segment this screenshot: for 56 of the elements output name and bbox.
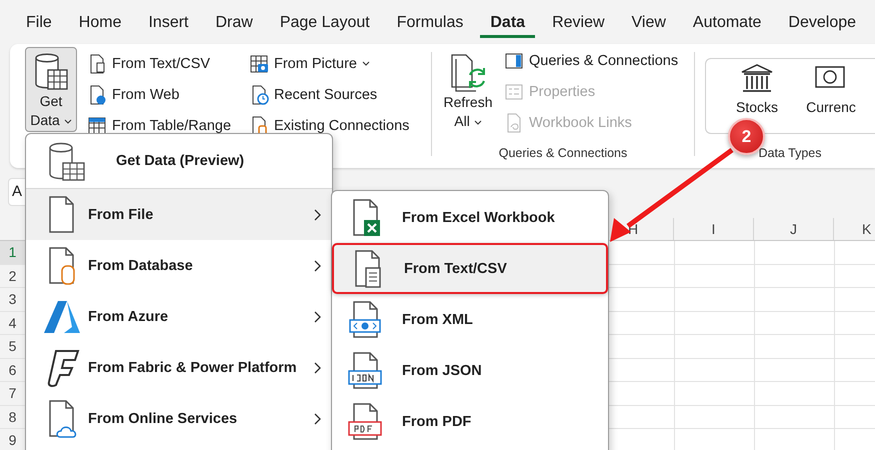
column-header[interactable]: I: [673, 218, 753, 240]
panel-icon: [504, 50, 524, 70]
ribbon-tab[interactable]: Insert: [138, 6, 198, 38]
ribbon-tab[interactable]: File: [16, 6, 62, 38]
ribbon-command[interactable]: From Web: [85, 79, 245, 110]
ribbon-tab[interactable]: Page Layout: [270, 6, 380, 38]
bank-icon: [740, 63, 774, 95]
ribbon-tab[interactable]: Home: [68, 6, 132, 38]
row-header[interactable]: 4: [0, 312, 26, 334]
row-header[interactable]: 8: [0, 406, 26, 428]
menu-item[interactable]: From Excel Workbook: [332, 192, 608, 243]
chevron-right-icon: [314, 311, 322, 323]
menu-item[interactable]: From PDF: [332, 396, 608, 447]
data-type-button[interactable]: Currenc: [798, 59, 864, 116]
ribbon-command[interactable]: Recent Sources: [247, 79, 412, 110]
row-header[interactable]: 6: [0, 358, 26, 381]
menu-item[interactable]: From File: [26, 189, 332, 240]
group-label: Queries & Connections: [498, 146, 628, 162]
menu-item[interactable]: From Azure: [26, 291, 332, 342]
ribbon-command[interactable]: Queries & Connections: [502, 45, 680, 76]
picture-table-icon: [249, 54, 269, 74]
ribbon-tab[interactable]: View: [622, 6, 676, 38]
ribbon-command[interactable]: From Picture: [247, 48, 412, 79]
menu-item[interactable]: From JSON: [332, 345, 608, 396]
menu-item[interactable]: From Database: [26, 240, 332, 291]
column-header[interactable]: K: [833, 218, 875, 240]
chevron-right-icon: [314, 260, 322, 272]
ribbon-tab[interactable]: Data: [480, 6, 536, 38]
ribbon-tab[interactable]: Automate: [682, 6, 772, 38]
chevron-right-icon: [314, 362, 322, 374]
chevron-right-icon: [314, 209, 322, 221]
caret-icon: [64, 119, 72, 125]
menu-item[interactable]: From Fabric & Power Platform: [26, 342, 332, 393]
caret-icon: [474, 120, 482, 126]
menu-item[interactable]: From Online Services: [26, 393, 332, 444]
menu-item[interactable]: From XML: [332, 294, 608, 345]
get-data-button[interactable]: Get Data: [25, 47, 77, 132]
chevron-right-icon: [314, 413, 322, 425]
row-header[interactable]: 5: [0, 335, 26, 358]
row-header[interactable]: 7: [0, 382, 26, 404]
row-header[interactable]: 9: [0, 429, 26, 450]
properties-icon: [504, 82, 524, 102]
column-header[interactable]: J: [753, 218, 833, 240]
ribbon-command[interactable]: From Text/CSV: [85, 48, 245, 79]
data-type-button[interactable]: Stocks: [724, 59, 790, 116]
ribbon-tab[interactable]: Review: [542, 6, 615, 38]
database-table-icon: [33, 52, 69, 92]
caret-icon: [362, 60, 370, 66]
menu-item[interactable]: From Text/CSV: [332, 243, 608, 294]
row-header[interactable]: 3: [0, 288, 26, 310]
row-header[interactable]: 1: [0, 241, 26, 264]
ribbon-tab[interactable]: Develope: [778, 6, 866, 38]
row-header[interactable]: 2: [0, 264, 26, 287]
ribbon-tab[interactable]: Draw: [205, 6, 263, 38]
ribbon-tab[interactable]: Formulas: [386, 6, 474, 38]
refresh-all-button[interactable]: Refresh All: [438, 48, 498, 133]
